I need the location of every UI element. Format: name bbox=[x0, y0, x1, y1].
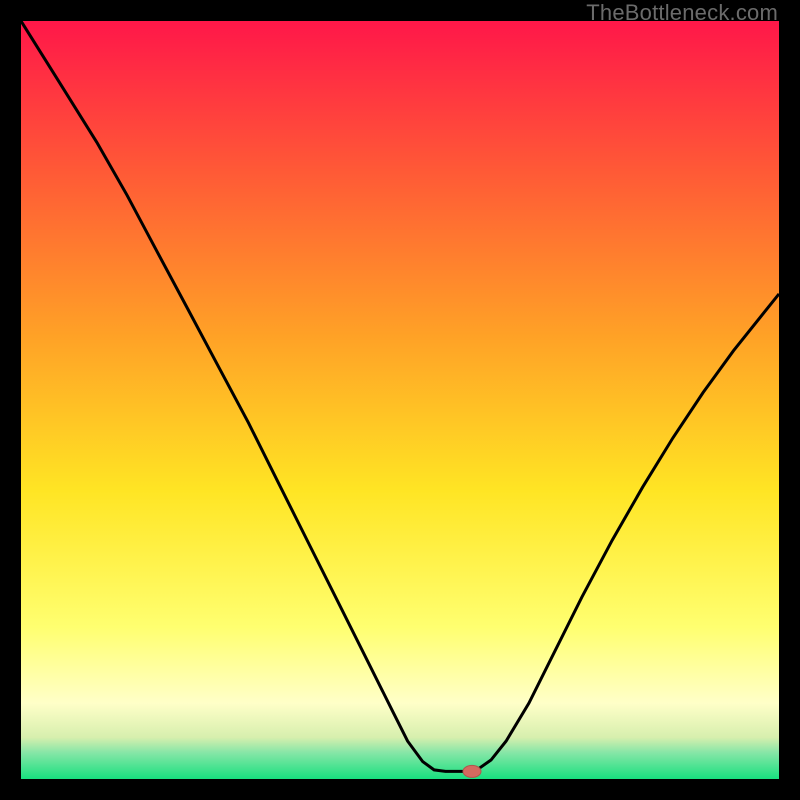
optimum-marker bbox=[463, 765, 481, 777]
chart-background-gradient bbox=[21, 21, 779, 779]
chart-frame: TheBottleneck.com bbox=[0, 0, 800, 800]
chart-plot-area bbox=[21, 21, 779, 779]
chart-svg bbox=[21, 21, 779, 779]
